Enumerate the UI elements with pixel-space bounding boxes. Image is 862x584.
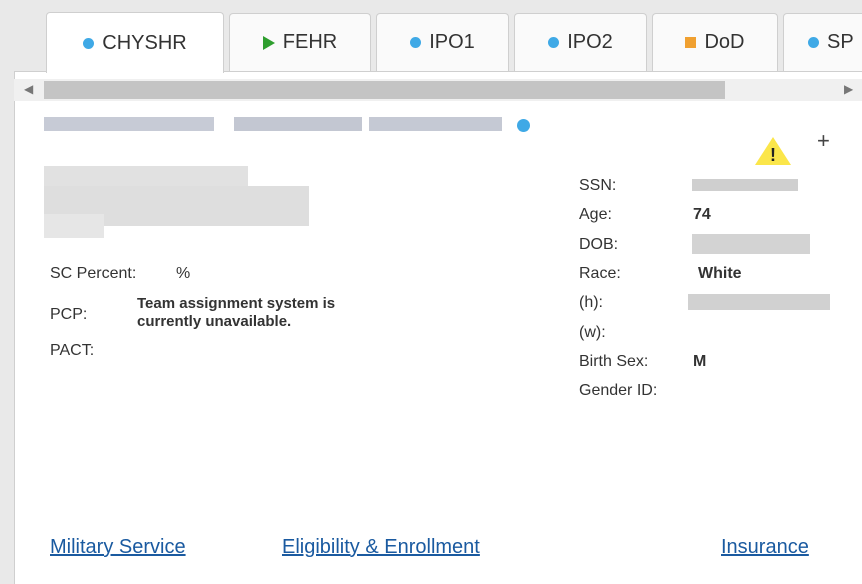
square-icon xyxy=(685,37,697,48)
tab-label: CHYSHR xyxy=(102,31,187,54)
tab-dod[interactable]: DoD xyxy=(652,13,778,71)
scrollbar-thumb[interactable] xyxy=(44,81,725,99)
tab-fehr[interactable]: FEHR xyxy=(229,13,371,71)
insurance-link[interactable]: Insurance xyxy=(721,536,809,559)
tab-sp[interactable]: SP xyxy=(783,13,862,71)
dot-icon xyxy=(410,37,422,48)
tab-ipo2[interactable]: IPO2 xyxy=(514,13,647,71)
tab-label: FEHR xyxy=(282,31,338,53)
tab-label: IPO1 xyxy=(429,31,475,53)
tab-label: IPO2 xyxy=(567,31,613,53)
dot-icon xyxy=(548,37,560,48)
tab-bar: CHYSHR FEHR IPO1 IPO2 DoD SP xyxy=(0,0,862,73)
scroll-left-arrow-icon[interactable]: ◀ xyxy=(24,82,33,96)
tab-label: DoD xyxy=(704,31,745,53)
tab-chyshr[interactable]: CHYSHR xyxy=(46,12,224,73)
play-icon xyxy=(262,35,275,50)
add-button[interactable]: + xyxy=(817,128,830,154)
patient-panel xyxy=(14,71,862,584)
horizontal-scrollbar[interactable]: ◀ ▶ xyxy=(14,79,862,101)
dot-icon xyxy=(83,37,95,49)
military-service-link[interactable]: Military Service xyxy=(50,536,186,559)
tab-label: SP xyxy=(827,31,854,53)
tab-ipo1[interactable]: IPO1 xyxy=(376,13,509,71)
dot-icon xyxy=(808,37,819,48)
eligibility-enrollment-link[interactable]: Eligibility & Enrollment xyxy=(282,536,480,559)
scroll-right-arrow-icon[interactable]: ▶ xyxy=(844,82,853,96)
